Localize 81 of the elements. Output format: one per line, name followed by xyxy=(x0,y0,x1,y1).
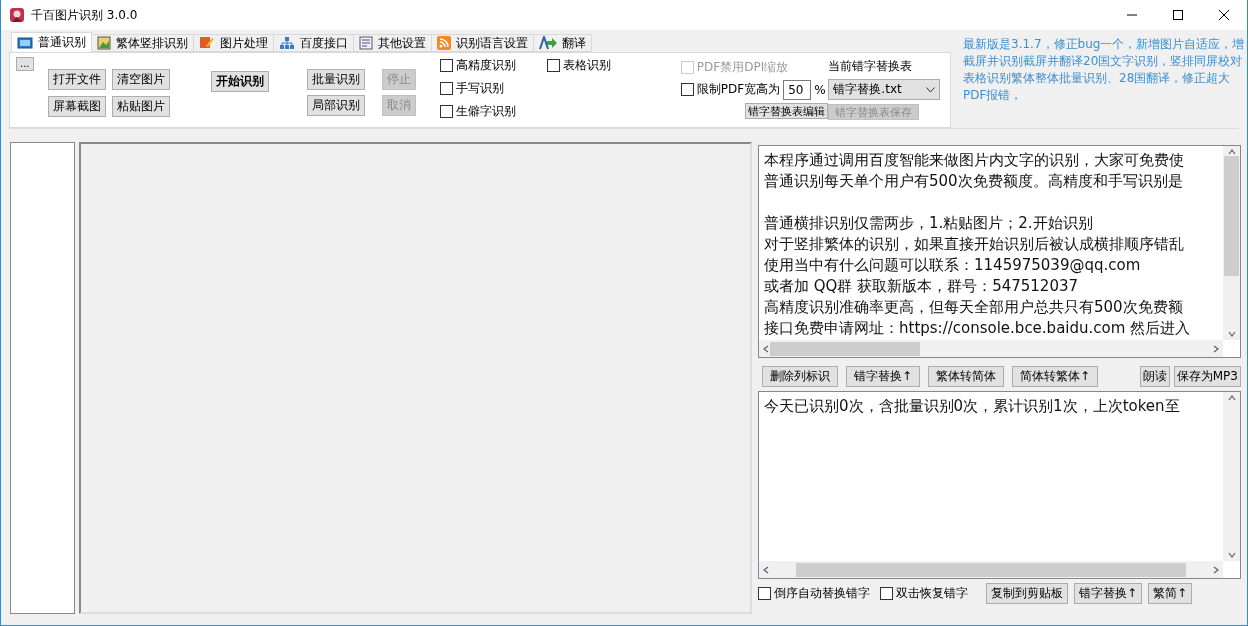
checkbox[interactable] xyxy=(758,587,771,600)
network-icon xyxy=(279,36,295,50)
text-tool-button[interactable]: 错字替换↑ xyxy=(846,366,921,387)
text-line: 今天已识别0次，含批量识别0次，累计识别1次，上次token至 xyxy=(764,396,1181,417)
monitor-icon xyxy=(17,35,33,50)
toolbar-button[interactable]: 批量识别 xyxy=(307,69,366,90)
action-button[interactable]: 错字替换↑ xyxy=(1074,583,1143,604)
text-line: 接口免费申请网址：https://console.bce.baidu.com 然后进入 xyxy=(764,318,1192,339)
checkbox-label: 生僻字识别 xyxy=(455,103,516,120)
tab[interactable]: 识别语言设置 xyxy=(431,34,534,52)
tab[interactable]: 其他设置 xyxy=(353,34,432,52)
window-title: 千百图片识别 3.0.0 xyxy=(31,6,139,24)
text-tool-button[interactable]: 简体转繁体↑ xyxy=(1012,366,1099,387)
horizontal-scrollbar[interactable] xyxy=(759,561,1223,578)
app-icon xyxy=(9,7,25,23)
tab[interactable]: 百度接口 xyxy=(273,34,354,52)
action-button[interactable]: 繁简↑ xyxy=(1148,583,1193,604)
start-button[interactable]: 开始识别 xyxy=(211,71,270,92)
scroll-up-icon[interactable] xyxy=(1227,148,1236,156)
checkbox-label: 双击恢复错字 xyxy=(896,585,968,602)
maximize-icon[interactable] xyxy=(1173,10,1183,20)
scroll-down-icon[interactable] xyxy=(1227,330,1236,338)
scroll-left-icon[interactable] xyxy=(762,344,770,353)
picture-icon xyxy=(97,36,111,50)
text-line: 对于竖排繁体的识别，如果直接开始识别后被认成横排顺序错乱 xyxy=(764,234,1185,255)
update-note: 最新版是3.1.7，修正bug一个，新增图片自适应，增截屏并识别截屏并翻译20国文字识别，竖排同屏校对表格识别繁体整体批量识别、28国翻译，修正超大PDF报错， xyxy=(963,36,1245,104)
toolbar-button[interactable]: 粘贴图片 xyxy=(111,96,170,117)
checkbox[interactable] xyxy=(439,105,453,118)
text-line: 本程序通过调用百度智能来做图片内文字的识别，大家可免费使 xyxy=(764,150,1185,171)
scroll-right-icon[interactable] xyxy=(1212,344,1220,353)
translate-icon xyxy=(539,36,557,50)
checkbox-label: 限制PDF宽高为 xyxy=(696,81,781,98)
chevron-down-icon xyxy=(926,86,936,93)
scroll-up-icon[interactable] xyxy=(1227,394,1236,402)
text-line: 普通横排识别仅需两步，1.粘贴图片；2.开始识别 xyxy=(764,213,1094,234)
checkbox-label: 倒序自动替换错字 xyxy=(774,585,870,602)
tab[interactable]: 普通识别 xyxy=(11,32,92,52)
vertical-scrollbar[interactable] xyxy=(1223,392,1240,561)
vertical-scrollbar[interactable] xyxy=(1223,146,1240,340)
checkbox[interactable] xyxy=(880,587,893,600)
checkbox-label: 高精度识别 xyxy=(455,57,516,74)
checkbox[interactable] xyxy=(547,59,561,72)
toolbar-button[interactable]: 局部识别 xyxy=(307,95,366,116)
rss-icon xyxy=(437,36,451,50)
checkbox-label: PDF禁用DPI缩放 xyxy=(696,59,789,76)
checkbox[interactable] xyxy=(439,59,453,72)
horizontal-scrollbar[interactable] xyxy=(759,340,1223,357)
percent-label: % xyxy=(814,82,826,97)
tab[interactable]: 翻译 xyxy=(533,34,592,52)
toolbar-button[interactable]: 屏幕截图 xyxy=(47,96,106,117)
scroll-right-icon[interactable] xyxy=(1212,565,1220,574)
text-line: 或者加 QQ群 获取新版本，群号：547512037 xyxy=(764,276,1080,297)
text-line: 高精度识别准确率更高，但每天全部用户总共只有500次免费额 xyxy=(764,297,1184,318)
text-line: 使用当中有什么问题可以联系：1145975039@qq.com xyxy=(764,255,1142,276)
more-button[interactable]: ... xyxy=(16,57,34,71)
scroll-down-icon[interactable] xyxy=(1227,551,1236,559)
text-line: 普通识别每天单个用户有500次免费额度。高精度和手写识别是 xyxy=(764,171,1184,192)
checkbox[interactable] xyxy=(439,82,453,95)
checkbox[interactable] xyxy=(680,83,694,96)
image-list[interactable] xyxy=(10,142,75,614)
form-icon xyxy=(359,36,373,50)
close-icon[interactable] xyxy=(1219,10,1229,20)
text-tool-button[interactable]: 删除列标识 xyxy=(762,366,838,387)
toolbar-button[interactable]: 清空图片 xyxy=(111,69,170,90)
replace-table-dropdown[interactable]: 错字替换.txt xyxy=(828,79,941,100)
checkbox-label: 表格识别 xyxy=(563,57,612,74)
toolbar-button[interactable]: 打开文件 xyxy=(47,69,106,90)
status-text-area[interactable]: 今天已识别0次，含批量识别0次，累计识别1次，上次token至 xyxy=(758,391,1241,579)
size-field[interactable]: 50 xyxy=(783,79,812,100)
edit-table-button[interactable]: 错字替换表编辑 xyxy=(745,103,829,119)
speech-button[interactable]: 保存为MP3 xyxy=(1173,366,1241,387)
speech-button[interactable]: 朗读 xyxy=(1139,366,1170,387)
tab[interactable]: 繁体竖排识别 xyxy=(91,34,194,52)
checkbox-label: 手写识别 xyxy=(455,80,504,97)
tab[interactable]: 图片处理 xyxy=(193,34,274,52)
result-text-area[interactable] xyxy=(758,145,1241,358)
action-button[interactable]: 复制到剪贴板 xyxy=(986,583,1068,604)
replace-table-label: 当前错字替换表 xyxy=(828,58,913,75)
scroll-left-icon[interactable] xyxy=(762,565,770,574)
text-tool-button[interactable]: 繁体转简体 xyxy=(928,366,1005,387)
paint-icon xyxy=(199,36,215,50)
